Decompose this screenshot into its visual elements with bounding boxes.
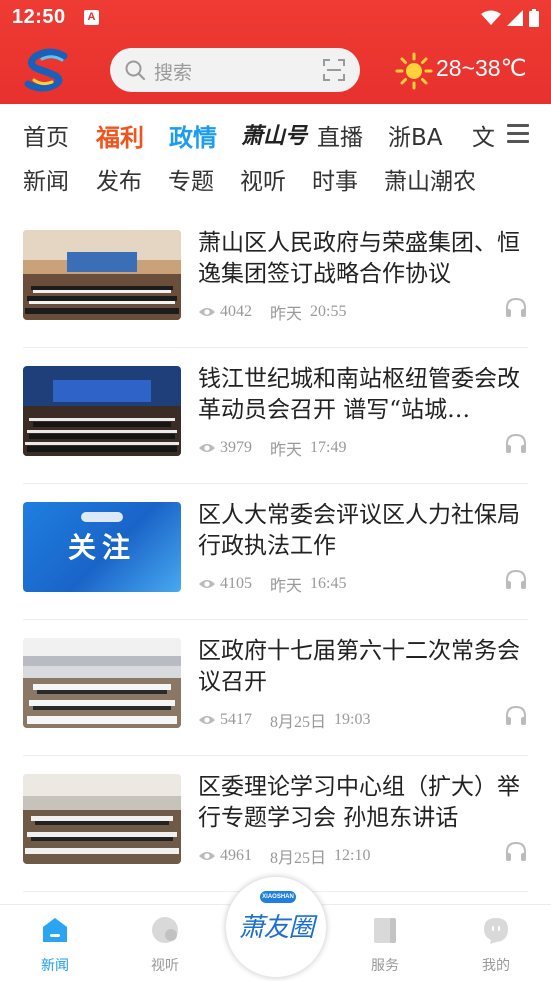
headphones-icon[interactable] [504, 296, 528, 318]
news-meta: 4961 8月25日 12:10 [198, 844, 370, 868]
channel-audio-video[interactable]: 视听 [240, 162, 286, 196]
news-time: 17:49 [310, 439, 347, 456]
channel-release[interactable]: 发布 [96, 162, 142, 196]
channel-zhe-ba[interactable]: 浙BA [388, 118, 443, 152]
channel-home[interactable]: 首页 [23, 118, 69, 152]
news-item[interactable]: 萧山区人民政府与荣盛集团、恒逸集团签订战略合作协议 4042 昨天 20:55 [0, 212, 551, 348]
headphones-icon[interactable] [504, 432, 528, 454]
view-count: 4961 [220, 847, 252, 864]
channel-news[interactable]: 新闻 [23, 162, 69, 196]
wifi-icon [481, 10, 501, 25]
news-date: 8月25日 [270, 714, 327, 731]
news-time: 12:10 [334, 847, 371, 864]
eye-icon [199, 716, 215, 724]
video-icon [152, 917, 178, 943]
status-time: 12:50 [12, 6, 66, 28]
app-notification-icon: A [84, 10, 99, 25]
eye-icon [199, 580, 215, 588]
channel-xiaoshan-hao[interactable]: 萧山号 [241, 118, 307, 150]
news-title[interactable]: 区政府十七届第六十二次常务会议召开 [198, 636, 528, 698]
tab-news[interactable]: 新闻 [15, 915, 95, 975]
headphones-icon[interactable] [504, 704, 528, 726]
news-time: 19:03 [334, 711, 371, 728]
news-meta: 3979 昨天 17:49 [198, 436, 346, 460]
headphones-icon[interactable] [504, 840, 528, 862]
sun-icon [395, 52, 433, 90]
news-time: 20:55 [310, 303, 347, 320]
news-date: 昨天 [270, 442, 303, 459]
search-input[interactable]: 搜索 [154, 58, 192, 85]
service-icon [374, 918, 396, 943]
thumbnail-tag [81, 512, 123, 522]
tab-services[interactable]: 服务 [345, 915, 425, 975]
eye-icon [199, 444, 215, 452]
scan-icon[interactable] [322, 58, 346, 82]
channel-nav-secondary: 新闻 发布 专题 视听 时事 萧山潮农 [0, 156, 551, 202]
tab-profile[interactable]: 我的 [456, 915, 536, 975]
news-meta: 4042 昨天 20:55 [198, 300, 346, 324]
news-meta: 5417 8月25日 19:03 [198, 708, 370, 732]
xiaoyouquan-button[interactable]: XIAOSHAN 萧友圈 [225, 876, 327, 978]
channel-politics[interactable]: 政情 [169, 118, 217, 153]
tab-audio-video[interactable]: 视听 [125, 915, 205, 975]
news-item[interactable]: 区政府十七届第六十二次常务会议召开 5417 8月25日 19:03 [0, 620, 551, 756]
channel-live[interactable]: 直播 [317, 118, 363, 152]
news-date: 昨天 [270, 306, 303, 323]
app-logo-icon[interactable] [20, 46, 78, 94]
tab-label: 服务 [371, 958, 399, 974]
view-count: 5417 [220, 711, 252, 728]
headphones-icon[interactable] [504, 568, 528, 590]
news-thumbnail [23, 638, 181, 728]
status-icons [481, 9, 539, 27]
tab-label: 视听 [151, 958, 179, 974]
news-item[interactable]: 区委理论学习中心组（扩大）举行专题学习会 孙旭东讲话 4961 8月25日 12… [0, 756, 551, 892]
search-icon [125, 60, 146, 81]
profile-icon [484, 918, 508, 944]
view-count: 3979 [220, 439, 252, 456]
channel-nav-primary: 首页 福利 政情 萧山号 直播 浙BA 文 [0, 104, 551, 164]
channel-welfare[interactable]: 福利 [96, 118, 144, 153]
news-thumbnail [23, 774, 181, 864]
app-screen: 12:50 A 搜索 28~38℃ 首页 福利 政情 萧山号 直播 浙BA 文 … [0, 0, 551, 981]
news-thumbnail: 关注 [23, 502, 181, 592]
news-title[interactable]: 区人大常委会评议区人力社保局行政执法工作 [198, 500, 528, 562]
channel-xiaoshan-chaonong[interactable]: 萧山潮农 [384, 162, 476, 196]
brand-pill: XIAOSHAN [260, 891, 296, 903]
battery-icon [529, 9, 539, 27]
home-icon [43, 918, 67, 942]
channel-topics[interactable]: 专题 [168, 162, 214, 196]
view-count: 4105 [220, 575, 252, 592]
thumbnail-caption: 关注 [67, 531, 136, 564]
news-thumbnail [23, 366, 181, 456]
news-date: 8月25日 [270, 850, 327, 867]
tab-label: 新闻 [41, 958, 69, 974]
news-title[interactable]: 钱江世纪城和南站枢纽管委会改革动员会召开 谱写“站城… [198, 364, 528, 426]
menu-icon[interactable] [507, 124, 529, 144]
xiaoyouquan-label: 萧友圈 [238, 913, 314, 943]
signal-icon [507, 10, 523, 26]
news-thumbnail [23, 230, 181, 320]
status-bar: 12:50 A [0, 0, 551, 36]
eye-icon [199, 308, 215, 316]
tab-label: 我的 [482, 958, 510, 974]
news-date: 昨天 [270, 578, 303, 595]
news-time: 16:45 [310, 575, 347, 592]
weather-temperature[interactable]: 28~38℃ [436, 55, 526, 82]
news-item[interactable]: 钱江世纪城和南站枢纽管委会改革动员会召开 谱写“站城… 3979 昨天 17:4… [0, 348, 551, 484]
view-count: 4042 [220, 303, 252, 320]
news-title[interactable]: 区委理论学习中心组（扩大）举行专题学习会 孙旭东讲话 [198, 772, 528, 834]
search-bar[interactable]: 搜索 [110, 48, 360, 92]
news-meta: 4105 昨天 16:45 [198, 572, 346, 596]
news-item[interactable]: 关注 区人大常委会评议区人力社保局行政执法工作 4105 昨天 16:45 [0, 484, 551, 620]
news-title[interactable]: 萧山区人民政府与荣盛集团、恒逸集团签订战略合作协议 [198, 228, 528, 290]
channel-current-affairs[interactable]: 时事 [312, 162, 358, 196]
header-bar: 12:50 A 搜索 28~38℃ [0, 0, 551, 104]
eye-icon [199, 852, 215, 860]
